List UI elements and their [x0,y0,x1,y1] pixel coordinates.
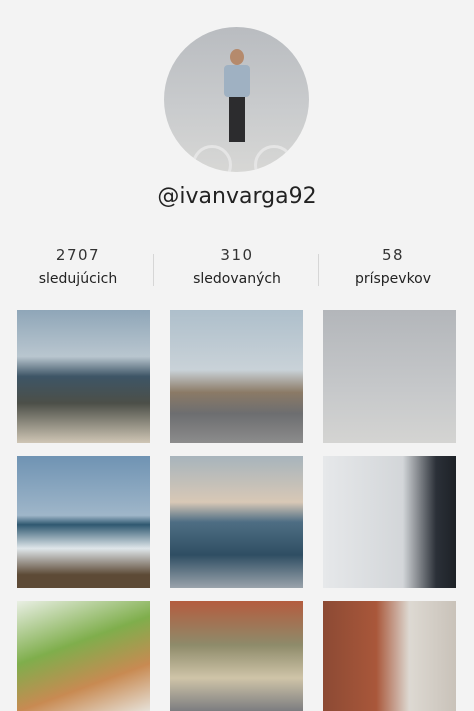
bike-wheel [192,145,232,172]
stat-value: 58 [381,246,405,264]
stat-label: sledujúcich [38,271,118,287]
username: @ivanvarga92 [157,184,317,209]
post-thumbnail[interactable] [323,601,456,711]
stat-label: sledovaných [193,271,281,287]
post-thumbnail[interactable] [17,310,150,443]
stat-value: 2707 [55,246,101,264]
divider [153,254,154,286]
post-thumbnail[interactable] [170,601,303,711]
avatar-figure [224,49,250,144]
stat-following[interactable]: 310 sledovaných [162,246,312,287]
stat-posts[interactable]: 58 príspevkov [318,246,468,287]
stat-label: príspevkov [354,271,432,287]
bike-wheel [254,145,294,172]
stat-value: 310 [220,246,254,264]
post-thumbnail[interactable] [323,310,456,443]
profile-avatar[interactable] [164,27,309,172]
post-thumbnail[interactable] [17,456,150,588]
post-thumbnail[interactable] [170,456,303,588]
profile-stats: 2707 sledujúcich 310 sledovaných 58 prís… [0,246,474,296]
post-thumbnail[interactable] [323,456,456,588]
post-thumbnail[interactable] [17,601,150,711]
stat-followers[interactable]: 2707 sledujúcich [3,246,153,287]
post-thumbnail[interactable] [170,310,303,443]
